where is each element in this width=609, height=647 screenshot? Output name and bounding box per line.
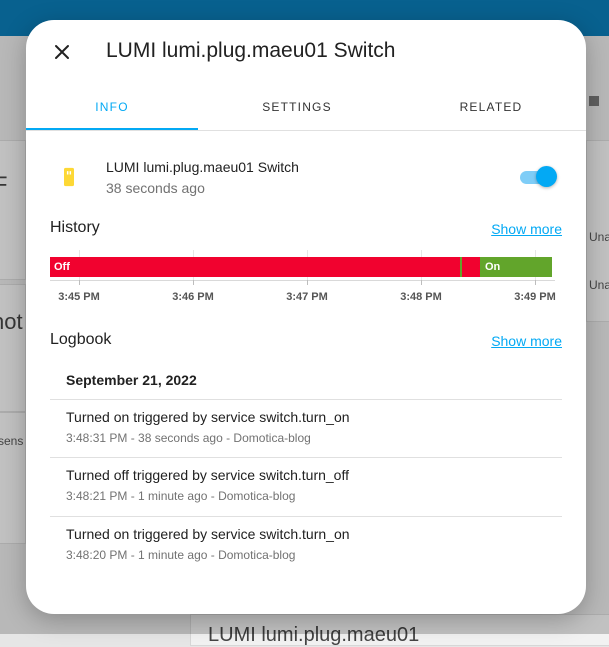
logbook-entry-message: Turned on triggered by service switch.tu… <box>66 409 350 425</box>
history-title: History <box>50 219 100 236</box>
power-plug-icon <box>64 167 74 187</box>
logbook-show-more-link[interactable]: Show more <box>491 333 562 349</box>
entity-name: LUMI lumi.plug.maeu01 Switch <box>106 159 299 175</box>
logbook-entry-message: Turned off triggered by service switch.t… <box>66 467 349 483</box>
logbook-entry-meta: 3:48:31 PM - 38 seconds ago - Domotica-b… <box>66 431 311 445</box>
close-icon <box>55 45 69 59</box>
history-segment-off[interactable] <box>50 257 460 277</box>
x-tick-mark <box>193 280 194 285</box>
x-axis-line <box>50 280 555 281</box>
toggle-thumb <box>536 166 557 187</box>
x-tick-mark <box>307 280 308 285</box>
tab-settings[interactable]: SETTINGS <box>212 96 382 132</box>
x-tick-label: 3:45 PM <box>58 291 100 303</box>
tab-bar: INFO SETTINGS RELATED <box>26 96 586 132</box>
logbook-entry-meta: 3:48:21 PM - 1 minute ago - Domotica-blo… <box>66 489 296 503</box>
x-tick-label: 3:48 PM <box>400 291 442 303</box>
x-tick-label: 3:46 PM <box>172 291 214 303</box>
logbook-divider <box>50 399 562 400</box>
logbook-title: Logbook <box>50 331 112 348</box>
entity-more-info-dialog: LUMI lumi.plug.maeu01 Switch INFO SETTIN… <box>26 20 586 614</box>
x-tick-label: 3:49 PM <box>514 291 556 303</box>
dialog-title: LUMI lumi.plug.maeu01 Switch <box>106 39 396 62</box>
history-show-more-link[interactable]: Show more <box>491 221 562 237</box>
history-segment-label-on: On <box>485 261 501 273</box>
history-segment-label-off: Off <box>54 261 70 273</box>
tabs-divider <box>26 130 586 131</box>
tab-related[interactable]: RELATED <box>406 96 576 132</box>
logbook-divider <box>50 457 562 458</box>
logbook-entry-meta: 3:48:20 PM - 1 minute ago - Domotica-blo… <box>66 548 296 562</box>
entity-toggle-switch[interactable] <box>520 165 558 189</box>
entity-last-changed: 38 seconds ago <box>106 180 205 196</box>
x-tick-mark <box>421 280 422 285</box>
x-tick-label: 3:47 PM <box>286 291 328 303</box>
close-button[interactable] <box>50 40 74 64</box>
history-timeline-chart[interactable]: Off On 3:45 PM 3:46 PM 3:47 PM 3:48 PM 3… <box>50 250 562 310</box>
history-segment-off-short[interactable] <box>462 257 480 277</box>
logbook-entry-message: Turned on triggered by service switch.tu… <box>66 526 350 542</box>
x-tick-mark <box>535 280 536 285</box>
logbook-divider <box>50 516 562 517</box>
x-tick-mark <box>79 280 80 285</box>
tab-info[interactable]: INFO <box>26 96 198 132</box>
logbook-date-header: September 21, 2022 <box>66 372 197 388</box>
